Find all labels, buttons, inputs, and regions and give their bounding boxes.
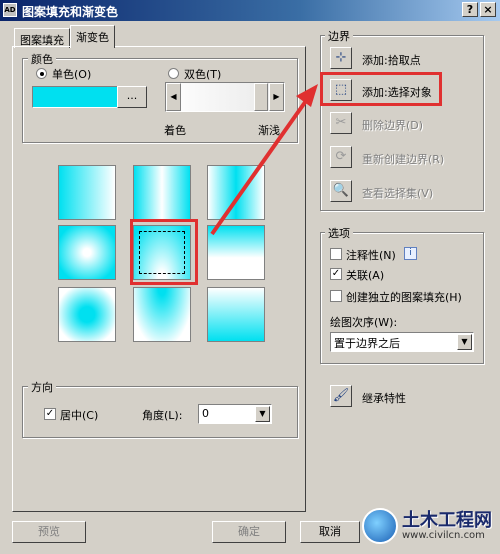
gradient-tile-curved[interactable] — [207, 225, 265, 280]
gradient-tile-inv-hemispherical[interactable] — [133, 287, 191, 342]
selected-tile-highlight — [130, 219, 198, 285]
preview-button[interactable]: 预览 — [12, 521, 86, 543]
ok-button[interactable]: 确定 — [212, 521, 286, 543]
angle-label: 角度(L): — [142, 409, 183, 422]
angle-value: 0 — [202, 407, 209, 420]
gradient-tile-cylinder-h[interactable] — [133, 165, 191, 220]
color-swatch[interactable] — [32, 86, 118, 108]
slider-right-arrow-icon[interactable]: ▶ — [269, 83, 284, 111]
recreate-boundary-icon: ⟳ — [330, 146, 352, 168]
info-icon[interactable]: i — [404, 247, 417, 260]
draw-order-value: 置于边界之后 — [334, 337, 400, 350]
associative-checkbox[interactable]: ✓ — [330, 268, 342, 280]
draw-order-select[interactable]: 置于边界之后 ▼ — [330, 332, 474, 352]
two-color-radio[interactable] — [168, 68, 179, 79]
gradient-tile-spherical[interactable] — [58, 225, 116, 280]
color-browse-button[interactable]: ... — [117, 86, 147, 108]
options-group-label: 选项 — [325, 225, 353, 241]
recreate-boundary-label: 重新创建边界(R) — [362, 153, 445, 166]
two-color-label: 双色(T) — [184, 68, 222, 81]
gradient-tile-linear-h[interactable] — [58, 165, 116, 220]
remove-boundaries-label: 删除边界(D) — [362, 119, 424, 132]
chevron-down-icon[interactable]: ▼ — [457, 334, 472, 350]
chevron-down-icon[interactable]: ▼ — [255, 406, 270, 422]
boundaries-group-label: 边界 — [325, 28, 353, 44]
inherit-properties-label[interactable]: 继承特性 — [362, 390, 406, 406]
add-pick-points-label[interactable]: 添加:拾取点 — [362, 52, 421, 68]
gradient-tile-inv-cylinder-h[interactable] — [207, 165, 265, 220]
shade-label: 着色 — [164, 124, 186, 137]
watermark-url: www.civilcn.com — [402, 530, 485, 541]
draw-order-label: 绘图次序(W): — [330, 316, 398, 329]
slider-thumb[interactable] — [254, 83, 268, 111]
cancel-button[interactable]: 取消 — [300, 521, 360, 543]
orientation-group-label: 方向 — [28, 379, 56, 395]
watermark-logo-icon — [362, 508, 398, 544]
associative-label: 关联(A) — [346, 269, 385, 282]
close-button[interactable]: × — [480, 2, 496, 17]
centered-label: 居中(C) — [60, 409, 99, 422]
help-button[interactable]: ? — [462, 2, 478, 17]
title-bar: AD 图案填充和渐变色 ? × — [0, 0, 500, 21]
view-selections-icon: 🔍 — [330, 180, 352, 202]
app-icon: AD — [3, 3, 17, 17]
gradient-tile-inv-curved[interactable] — [207, 287, 265, 342]
view-selections-label: 查看选择集(V) — [362, 187, 434, 200]
independent-label: 创建独立的图案填充(H) — [346, 291, 462, 304]
gradient-tile-inv-spherical[interactable] — [58, 287, 116, 342]
select-objects-highlight — [320, 72, 442, 106]
single-color-radio[interactable] — [36, 68, 47, 79]
centered-checkbox[interactable]: ✓ — [44, 408, 56, 420]
annotative-checkbox[interactable] — [330, 248, 342, 260]
inherit-properties-icon[interactable]: 🖌 — [330, 385, 352, 407]
tint-label: 渐浅 — [258, 124, 280, 137]
independent-checkbox[interactable] — [330, 290, 342, 302]
tab-gradient[interactable]: 渐变色 — [70, 25, 115, 48]
window-title: 图案填充和渐变色 — [22, 5, 119, 19]
shade-tint-slider[interactable]: ◀ ▶ — [165, 82, 285, 112]
tab-hatch[interactable]: 图案填充 — [14, 28, 70, 48]
slider-left-arrow-icon[interactable]: ◀ — [166, 83, 181, 111]
watermark-name: 土木工程网 — [402, 510, 492, 531]
annotative-label: 注释性(N) — [346, 249, 396, 262]
single-color-label: 单色(O) — [52, 68, 92, 81]
color-group-label: 颜色 — [28, 51, 56, 67]
add-pick-points-icon[interactable]: ⊹ — [330, 47, 352, 69]
angle-select[interactable]: 0 ▼ — [198, 404, 272, 424]
remove-boundaries-icon: ✂ — [330, 112, 352, 134]
